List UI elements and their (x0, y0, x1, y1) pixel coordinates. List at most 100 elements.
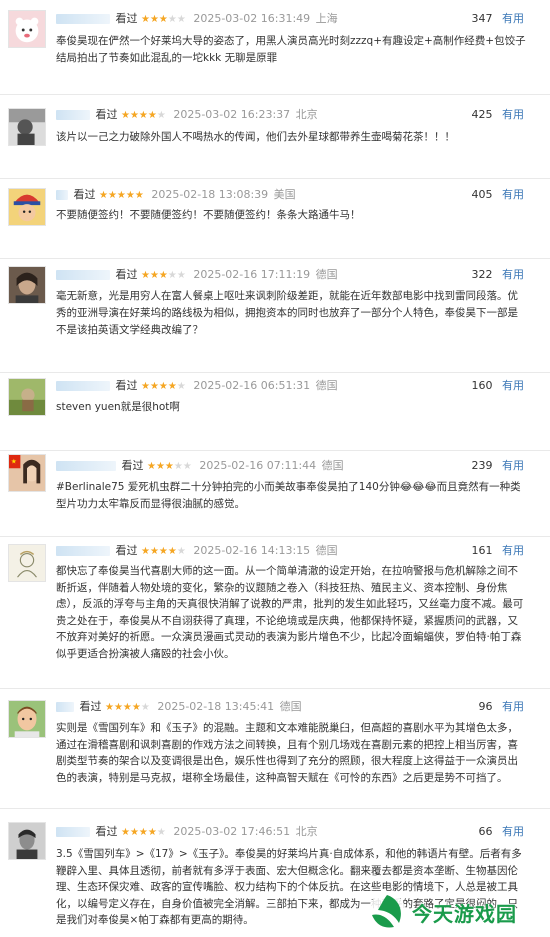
vote-count: 66 (478, 825, 493, 838)
review-text: steven yuen就是很hot啊 (56, 401, 180, 413)
review-text: 实则是《雪国列车》和《玉子》的混融。主题和文本难能脱巢臼，但高超的喜剧水平为其增… (56, 722, 518, 784)
vote-box: 239 有用 (472, 459, 525, 473)
review-item: 看过 ★★★★★ 2025-03-02 16:31:49 上海 347 有用 奉… (0, 0, 550, 94)
avatar[interactable] (8, 822, 46, 860)
vote-count: 405 (471, 188, 493, 201)
review-text: #Berlinale75 爱死机虫群二十分钟拍完的小而美故事奉俊昊拍了140分钟… (56, 481, 521, 510)
avatar[interactable] (8, 188, 46, 226)
avatar[interactable]: ★ (8, 454, 46, 492)
photo-avatar-icon (9, 823, 45, 859)
vote-box: 347 有用 (472, 12, 525, 26)
avatar[interactable] (8, 266, 46, 304)
review-item: 看过 ★★★★★ 2025-02-18 13:45:41 德国 96 有用 实则… (0, 688, 550, 808)
vote-box: 405 有用 (472, 188, 525, 202)
vote-count: 322 (471, 268, 493, 281)
svg-text:★: ★ (11, 458, 17, 466)
review-time: 2025-02-18 13:45:41 (157, 700, 275, 713)
username[interactable] (56, 702, 74, 712)
review-text: 都快忘了奉俊昊当代喜剧大师的这一面。从一个简单清澈的设定开始，在拉响警报与危机解… (56, 565, 524, 660)
username[interactable] (56, 110, 90, 120)
rating-stars: ★★★★★ (147, 461, 192, 472)
review-meta: 看过 ★★★★★ 2025-03-02 16:31:49 上海 (56, 12, 338, 26)
username[interactable] (56, 827, 90, 837)
cartoon-avatar-icon (9, 701, 45, 737)
useful-button[interactable]: 有用 (502, 12, 524, 25)
watched-label: 看过 (95, 825, 118, 838)
vote-count: 161 (471, 544, 493, 557)
useful-button[interactable]: 有用 (502, 188, 524, 201)
username[interactable] (56, 190, 68, 200)
vote-count: 96 (478, 700, 493, 713)
rating-stars: ★★★★★ (141, 270, 186, 281)
review-item: 看过 ★★★★★ 2025-03-02 16:23:37 北京 425 有用 该… (0, 94, 550, 178)
avatar[interactable] (8, 378, 46, 416)
photo-avatar-icon (9, 109, 45, 145)
review-meta: 看过 ★★★★★ 2025-03-02 16:23:37 北京 (56, 108, 318, 122)
useful-button[interactable]: 有用 (502, 379, 524, 392)
useful-button[interactable]: 有用 (502, 108, 524, 121)
review-location: 德国 (315, 268, 338, 281)
username[interactable] (56, 381, 110, 391)
username[interactable] (56, 546, 110, 556)
vote-box: 66 有用 (479, 825, 525, 839)
review-item: ★ 看过 ★★★★★ 2025-02-16 07:11:44 德国 239 有用… (0, 450, 550, 536)
useful-button[interactable]: 有用 (502, 544, 524, 557)
review-time: 2025-03-02 16:31:49 (193, 12, 311, 25)
rating-stars: ★★★★★ (105, 702, 150, 713)
rating-stars: ★★★★★ (99, 190, 144, 201)
watched-label: 看过 (121, 459, 144, 472)
review-time: 2025-03-02 16:23:37 (173, 108, 291, 121)
watched-label: 看过 (95, 108, 118, 121)
review-location: 北京 (295, 825, 318, 838)
watched-label: 看过 (79, 700, 102, 713)
review-location: 德国 (279, 700, 302, 713)
useful-button[interactable]: 有用 (502, 825, 524, 838)
review-location: 美国 (273, 188, 296, 201)
watched-label: 看过 (115, 268, 138, 281)
rating-stars: ★★★★★ (141, 546, 186, 557)
review-item: 看过 ★★★★★ 2025-02-16 14:13:15 德国 161 有用 都… (0, 536, 550, 688)
leaf-logo-icon (368, 893, 406, 931)
review-item: 看过 ★★★★★ 2025-02-16 17:11:19 德国 322 有用 毫… (0, 258, 550, 372)
rating-stars: ★★★★★ (141, 381, 186, 392)
review-location: 上海 (315, 12, 338, 25)
rating-stars: ★★★★★ (121, 827, 166, 838)
cartoon-avatar-icon (9, 189, 45, 225)
vote-box: 425 有用 (472, 108, 525, 122)
watched-label: 看过 (115, 544, 138, 557)
vote-box: 322 有用 (472, 268, 525, 282)
review-text: 毫无新意，光是用穷人在富人餐桌上呕吐来讽刺阶级差距，就能在近年数部电影中找到雷同… (56, 290, 518, 336)
site-watermark: 今天游戏园 (366, 891, 542, 933)
vote-count: 425 (471, 108, 493, 121)
rating-stars: ★★★★★ (141, 14, 186, 25)
review-meta: 看过 ★★★★★ 2025-02-16 14:13:15 德国 (56, 544, 338, 558)
review-item: 看过 ★★★★★ 2025-02-18 13:08:39 美国 405 有用 不… (0, 178, 550, 258)
username[interactable] (56, 461, 116, 471)
review-meta: 看过 ★★★★★ 2025-02-16 06:51:31 德国 (56, 379, 338, 393)
review-time: 2025-02-18 13:08:39 (151, 188, 269, 201)
useful-button[interactable]: 有用 (502, 700, 524, 713)
avatar[interactable] (8, 544, 46, 582)
avatar[interactable] (8, 10, 46, 48)
cartoon-avatar-icon (9, 11, 45, 47)
username[interactable] (56, 270, 110, 280)
vote-count: 347 (471, 12, 493, 25)
review-meta: 看过 ★★★★★ 2025-02-18 13:08:39 美国 (56, 188, 296, 202)
useful-button[interactable]: 有用 (502, 459, 524, 472)
review-meta: 看过 ★★★★★ 2025-02-16 17:11:19 德国 (56, 268, 338, 282)
review-meta: 看过 ★★★★★ 2025-02-16 07:11:44 德国 (56, 459, 344, 473)
review-time: 2025-02-16 14:13:15 (193, 544, 311, 557)
review-item: 看过 ★★★★★ 2025-02-16 06:51:31 德国 160 有用 s… (0, 372, 550, 450)
photo-avatar-icon (9, 379, 45, 415)
vote-count: 160 (471, 379, 493, 392)
avatar[interactable] (8, 700, 46, 738)
review-location: 德国 (315, 379, 338, 392)
username[interactable] (56, 14, 110, 24)
avatar[interactable] (8, 108, 46, 146)
drawing-avatar-icon (9, 545, 45, 581)
review-location: 德国 (315, 544, 338, 557)
useful-button[interactable]: 有用 (502, 268, 524, 281)
review-time: 2025-03-02 17:46:51 (173, 825, 291, 838)
review-meta: 看过 ★★★★★ 2025-03-02 17:46:51 北京 (56, 825, 318, 839)
review-text: 该片以一己之力破除外国人不喝热水的传闻，他们去外星球都带养生壶喝菊花茶！！！ (56, 131, 455, 143)
